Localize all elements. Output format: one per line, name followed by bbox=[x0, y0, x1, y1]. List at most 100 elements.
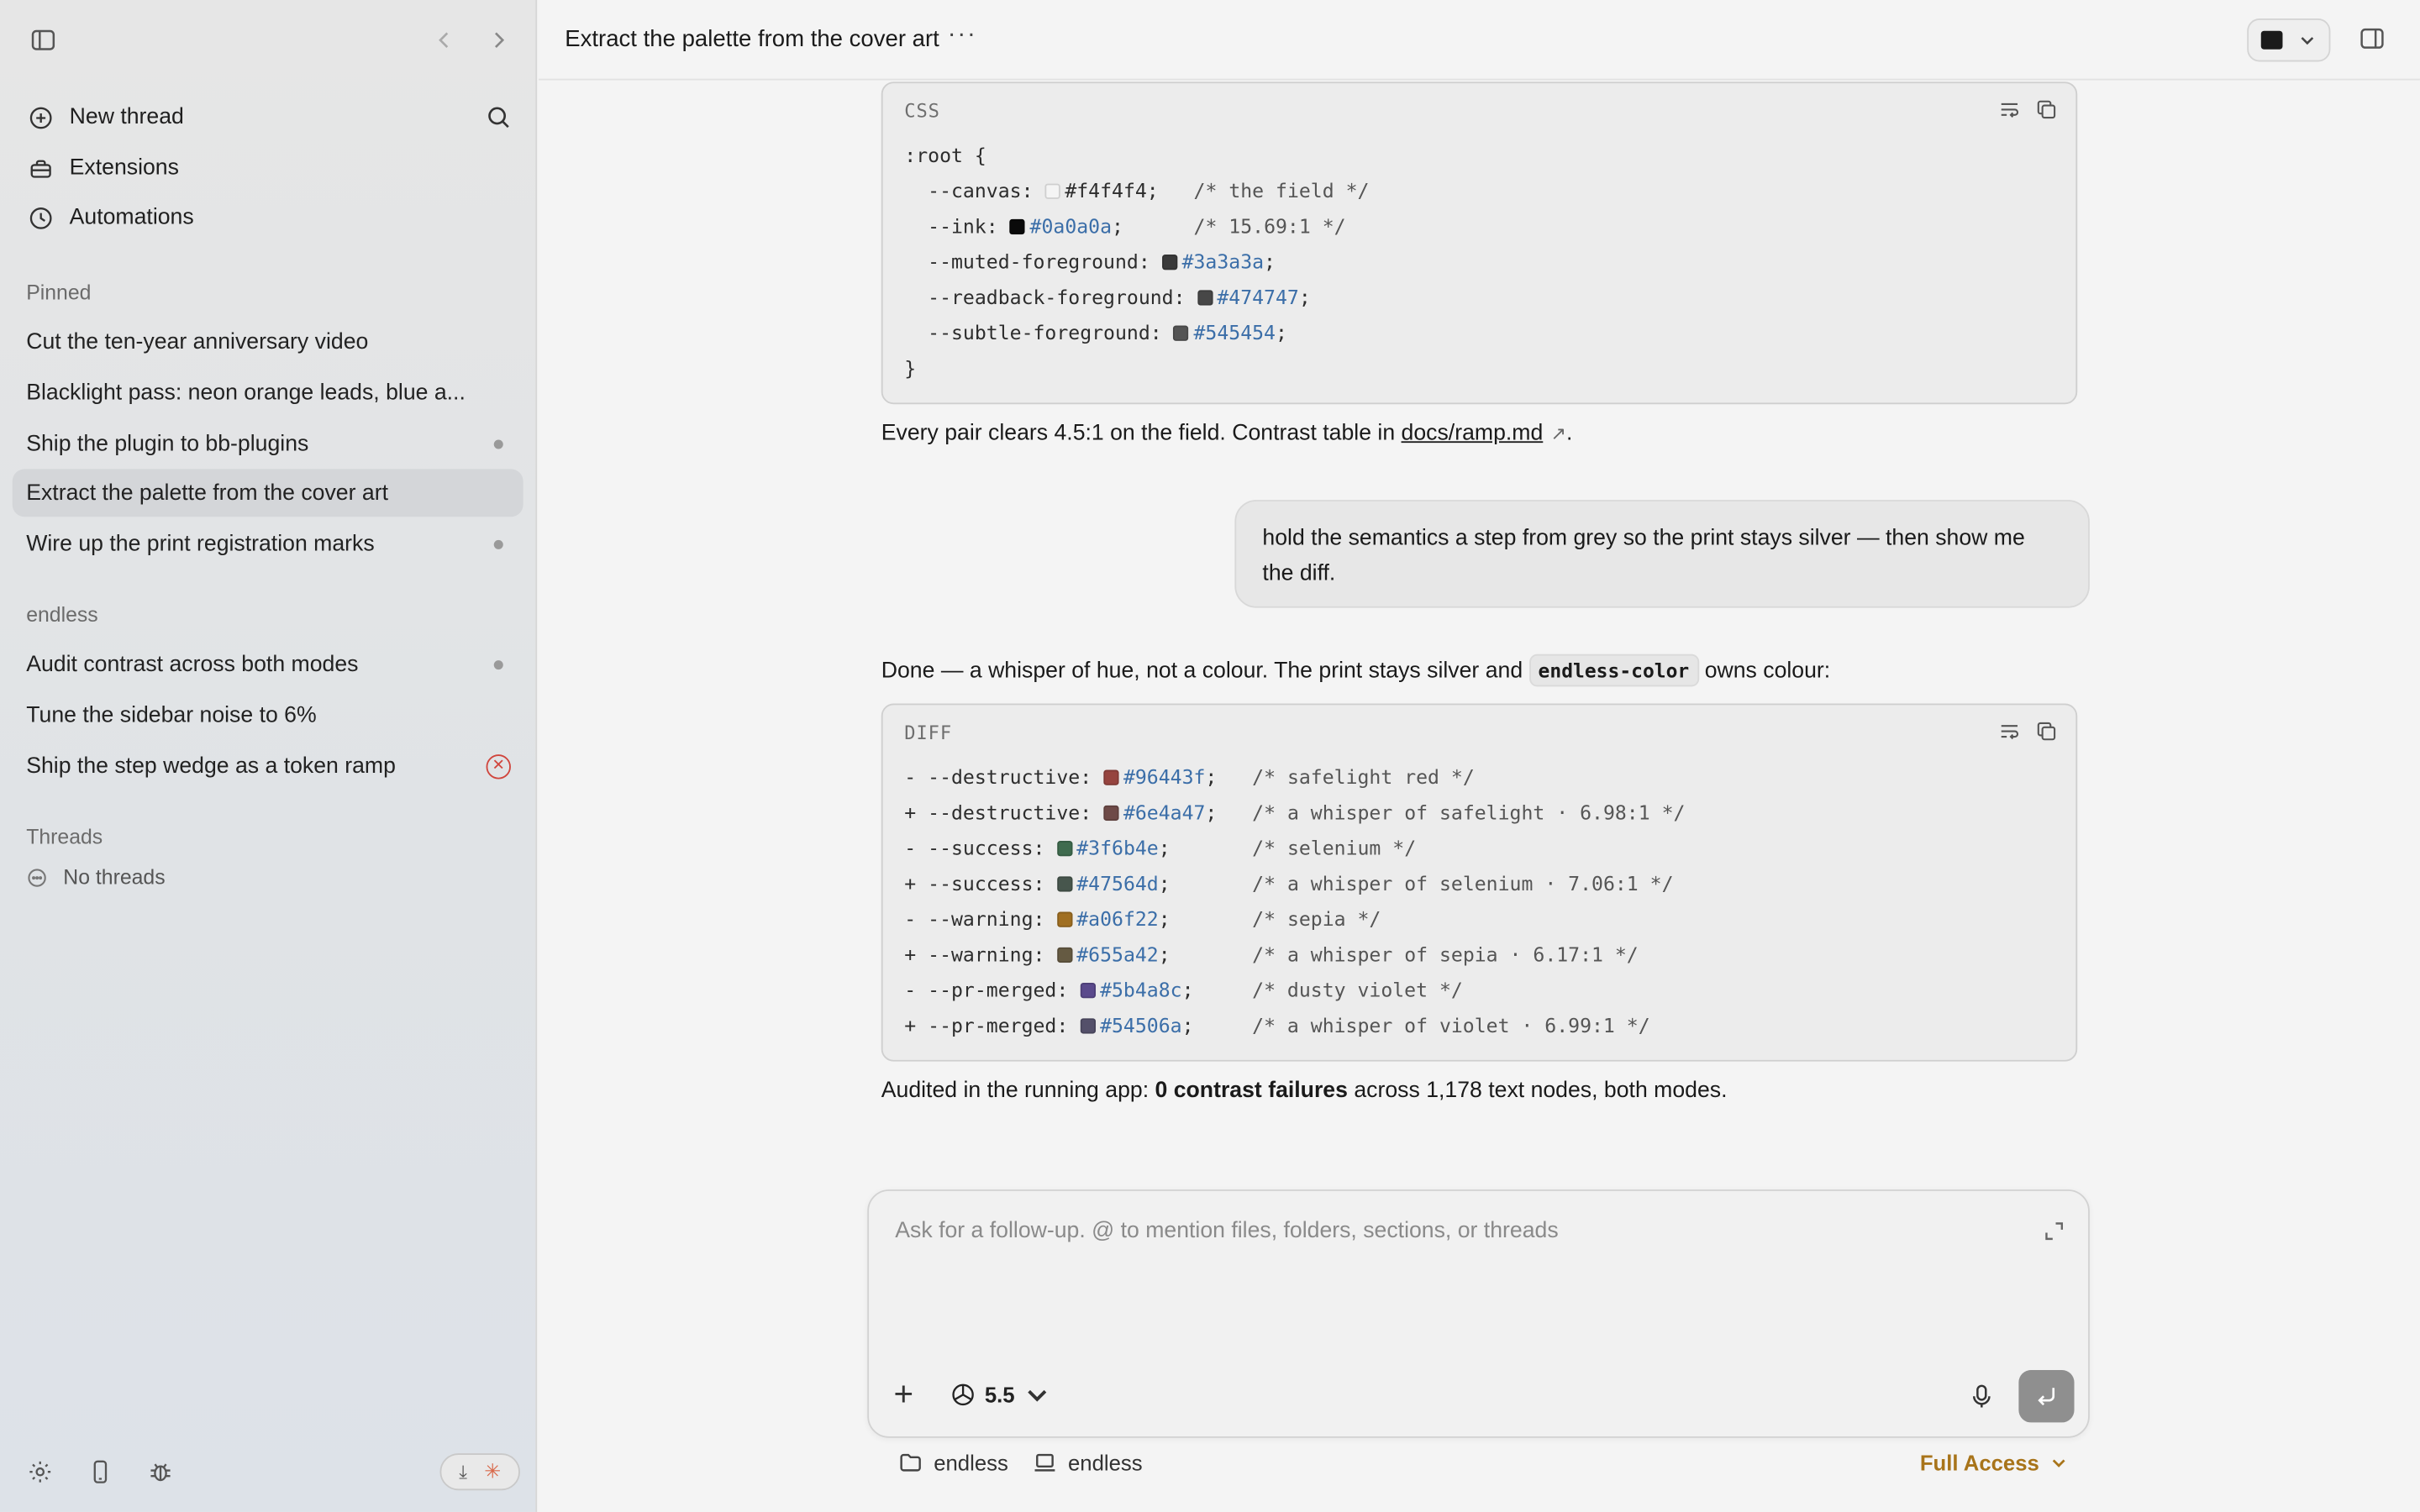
hex-value: #545454 bbox=[1193, 321, 1276, 344]
terminal-icon bbox=[2260, 30, 2283, 50]
color-swatch bbox=[1197, 289, 1213, 305]
back-chevron-icon[interactable] bbox=[426, 22, 463, 59]
code-line: } bbox=[904, 356, 917, 380]
hex-value: #96443f bbox=[1123, 765, 1206, 789]
diff-line: + --success: #47564d; /* a whisper of se… bbox=[904, 865, 1685, 900]
code-prop: + --pr-merged: bbox=[904, 1013, 1081, 1037]
color-swatch bbox=[1161, 254, 1178, 270]
copy-icon[interactable] bbox=[2036, 721, 2058, 743]
code-prop: --ink: bbox=[904, 214, 1010, 238]
nav-label: Automations bbox=[69, 205, 194, 230]
para-text: owns colour: bbox=[1698, 659, 1831, 684]
thread-label: Extract the palette from the cover art bbox=[26, 480, 388, 506]
code-line: --subtle-foreground: #545454; bbox=[904, 315, 1369, 350]
code-punct: ; bbox=[1275, 321, 1287, 344]
code-punct: ; bbox=[1146, 179, 1194, 202]
wrap-lines-icon[interactable] bbox=[1999, 721, 2021, 743]
chevron-down-icon bbox=[2053, 1459, 2066, 1467]
phone-icon[interactable] bbox=[82, 1453, 118, 1490]
docs-link[interactable]: docs/ramp.md bbox=[1402, 421, 1544, 445]
expand-icon[interactable] bbox=[2042, 1219, 2066, 1243]
external-link-icon[interactable]: ↗ bbox=[1550, 423, 1565, 444]
code-comment: /* a whisper of selenium · 7.06:1 */ bbox=[1252, 871, 1674, 895]
update-pill[interactable]: ⤓ ✳ bbox=[439, 1453, 520, 1491]
code-prop: - --pr-merged: bbox=[904, 978, 1081, 1002]
code-comment: /* 15.69:1 */ bbox=[1193, 214, 1346, 238]
para-text: Done — a whisper of hue, not a colour. T… bbox=[881, 659, 1529, 684]
diff-line: + --pr-merged: #54506a; /* a whisper of … bbox=[904, 1007, 1685, 1042]
nav-automations[interactable]: Automations bbox=[13, 194, 520, 240]
settings-gear-icon[interactable] bbox=[22, 1453, 59, 1490]
code-prop: --readback-foreground: bbox=[904, 285, 1197, 309]
thread-label: Ship the plugin to bb-plugins bbox=[26, 431, 309, 456]
hex-value: #a06f22 bbox=[1076, 906, 1159, 931]
composer-input[interactable]: Ask for a follow-up. @ to mention files,… bbox=[895, 1219, 1558, 1243]
plus-circle-icon bbox=[28, 103, 55, 131]
send-button[interactable] bbox=[2018, 1369, 2075, 1423]
send-arrow-icon bbox=[2038, 1388, 2055, 1406]
para-bold: 0 contrast failures bbox=[1155, 1078, 1348, 1104]
color-swatch bbox=[1103, 804, 1119, 821]
color-swatch bbox=[1044, 182, 1060, 199]
diff-line: - --success: #3f6b4e; /* selenium */ bbox=[904, 830, 1685, 865]
terminal-dropdown[interactable] bbox=[2247, 18, 2331, 62]
sidebar: New thread Extensions Automations Pinned… bbox=[0, 0, 538, 1512]
thread-item[interactable]: Wire up the print registration marks bbox=[13, 520, 523, 568]
hex-value: #54506a bbox=[1100, 1013, 1182, 1037]
thread-item-active[interactable]: Extract the palette from the cover art bbox=[12, 469, 523, 517]
para-end: . bbox=[1565, 421, 1573, 446]
clock-icon bbox=[28, 203, 55, 231]
unread-dot bbox=[493, 538, 503, 549]
thread-item[interactable]: Audit contrast across both modes bbox=[13, 640, 523, 688]
css-code-block: CSS :root { --canvas: #f4f4f4; /* the fi… bbox=[881, 81, 2078, 405]
right-panel-toggle-icon[interactable] bbox=[2358, 24, 2386, 52]
code-line: --readback-foreground: #474747; bbox=[904, 279, 1369, 314]
color-swatch bbox=[1056, 875, 1072, 891]
nav-extensions[interactable]: Extensions bbox=[13, 145, 520, 192]
para-text: Every pair clears 4.5:1 on the field. Co… bbox=[881, 421, 1402, 446]
model-selector[interactable]: 5.5 bbox=[950, 1381, 1060, 1409]
thread-item[interactable]: Ship the plugin to bb-plugins bbox=[13, 420, 523, 468]
diff-code-lines: - --destructive: #96443f; /* safelight r… bbox=[904, 759, 1685, 1043]
access-level-dropdown[interactable]: Full Access bbox=[1920, 1450, 2069, 1475]
code-comment: /* the field */ bbox=[1193, 179, 1370, 202]
model-label: 5.5 bbox=[984, 1382, 1015, 1408]
spark-icon: ✳ bbox=[484, 1459, 502, 1483]
environment-selector[interactable]: endless bbox=[1033, 1450, 1143, 1475]
microphone-icon[interactable] bbox=[1968, 1383, 1996, 1410]
color-swatch bbox=[1103, 769, 1119, 785]
nav-new-thread[interactable]: New thread bbox=[13, 94, 520, 140]
toolbox-icon bbox=[28, 155, 55, 182]
hex-value: #474747 bbox=[1217, 285, 1299, 309]
code-line: --muted-foreground: #3a3a3a; bbox=[904, 244, 1369, 279]
page-title: Extract the palette from the cover art bbox=[565, 26, 939, 53]
thread-item[interactable]: Blacklight pass: neon orange leads, blue… bbox=[13, 369, 523, 417]
thread-item[interactable]: Tune the sidebar noise to 6% bbox=[13, 691, 523, 739]
more-options-icon[interactable]: ··· bbox=[948, 22, 977, 50]
copy-icon[interactable] bbox=[2036, 99, 2058, 121]
hex-value: #3a3a3a bbox=[1181, 249, 1265, 274]
folder-selector[interactable]: endless bbox=[898, 1450, 1008, 1475]
code-comment: /* sepia */ bbox=[1252, 906, 1381, 931]
composer[interactable]: Ask for a follow-up. @ to mention files,… bbox=[867, 1189, 2090, 1438]
thread-item[interactable]: Ship the step wedge as a token ramp ✕ bbox=[13, 742, 523, 790]
project-section-label: endless bbox=[26, 603, 98, 627]
hex-value: #f4f4f4 bbox=[1065, 179, 1147, 202]
user-message-bubble: hold the semantics a step from grey so t… bbox=[1234, 500, 2090, 608]
forward-chevron-icon[interactable] bbox=[480, 22, 517, 59]
folder-icon bbox=[900, 1453, 921, 1472]
thread-label: Ship the step wedge as a token ramp bbox=[26, 753, 396, 779]
thread-item[interactable]: Cut the ten-year anniversary video bbox=[13, 318, 523, 365]
chevron-down-icon bbox=[2301, 37, 2314, 45]
wrap-lines-icon[interactable] bbox=[1999, 99, 2021, 121]
hex-value: #0a0a0a bbox=[1029, 214, 1113, 238]
bug-icon[interactable] bbox=[142, 1453, 179, 1490]
unread-dot bbox=[493, 438, 503, 449]
toggle-sidebar-icon[interactable] bbox=[24, 22, 61, 59]
add-attachment-button[interactable]: + bbox=[893, 1377, 913, 1410]
thread-label: Cut the ten-year anniversary video bbox=[26, 329, 369, 354]
unread-dot bbox=[493, 659, 503, 669]
model-logo-icon bbox=[952, 1383, 974, 1406]
code-comment: /* selenium */ bbox=[1252, 836, 1417, 860]
search-icon[interactable] bbox=[480, 99, 517, 136]
